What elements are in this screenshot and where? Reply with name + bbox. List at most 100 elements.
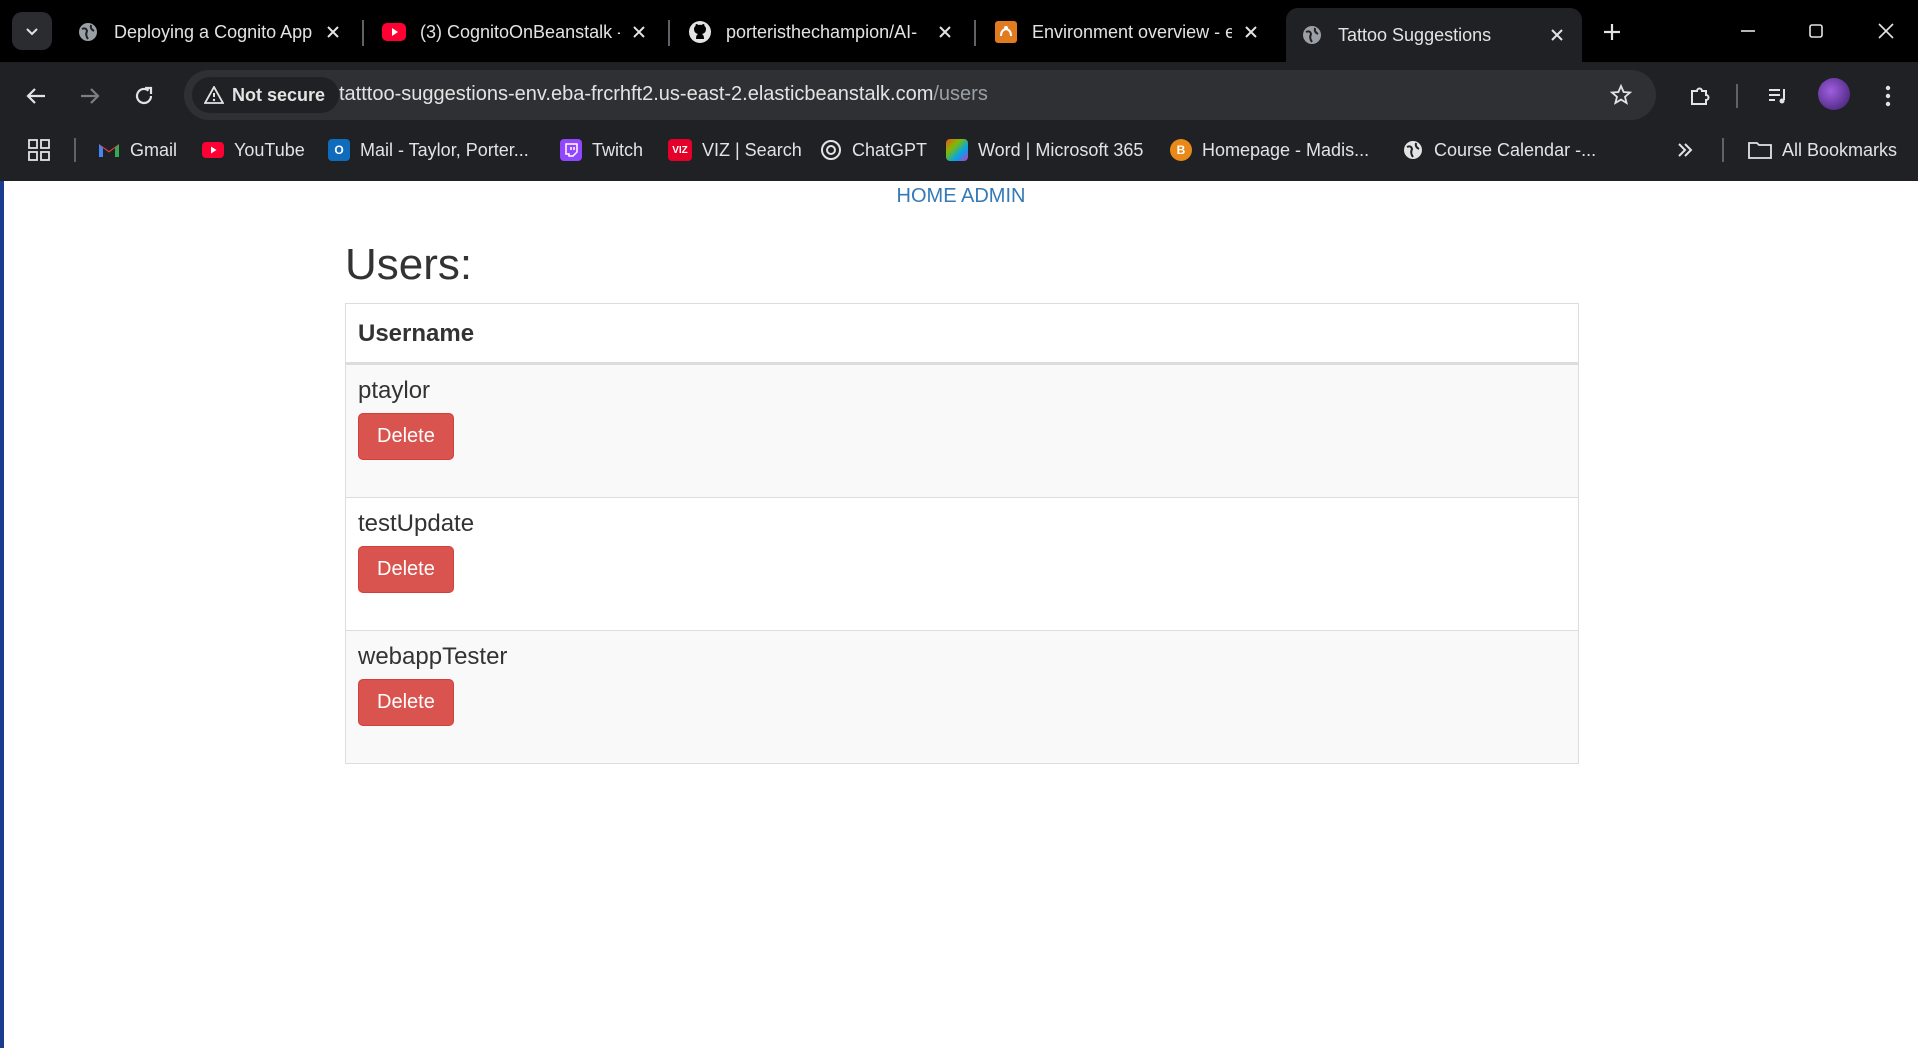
bookmark-label: Twitch [592,139,644,160]
tab-github-repo[interactable]: porteristhechampion/AI- [674,12,966,52]
username: ptaylor [358,377,431,404]
bookmarks-separator [74,138,76,162]
bookmark-label: Gmail [130,139,178,160]
profile-avatar[interactable] [1818,78,1850,110]
table-row: ptaylor Delete [345,363,1579,498]
minimize-icon [1741,30,1755,32]
bookmark-word-microsoft365[interactable]: Word | Microsoft 365 [946,134,1143,166]
puzzle-icon [1691,87,1710,105]
address-bar[interactable]: Not secure tatttoo-suggestions-env.eba-f… [184,70,1656,120]
tab-tattoo-suggestions[interactable]: Tattoo Suggestions [1286,8,1582,62]
reload-button[interactable] [124,76,164,116]
bookmark-label: Course Calendar -... [1434,139,1597,160]
tab-title: (3) CognitoOnBeanstalk - [420,21,620,42]
folder-icon [1748,142,1772,159]
bookmark-homepage[interactable]: B Homepage - Madis... [1170,134,1369,166]
bookmark-outlook-mail[interactable]: O Mail - Taylor, Porter... [328,134,529,166]
maximize-icon [1809,24,1823,38]
top-nav: HOME ADMIN [4,185,1918,208]
users-container: Users: Username ptaylor Delete testUpdat… [345,239,1579,764]
twitch-icon [560,139,582,161]
column-header-username: Username [345,303,1579,365]
bookmark-youtube[interactable]: YouTube [202,134,305,166]
table-row: testUpdate Delete [345,497,1579,631]
browser-chrome: Deploying a Cognito App (3) CognitoOnBea… [0,0,1918,181]
media-controls-button[interactable] [1758,76,1798,116]
bookmark-label: Homepage - Madis... [1202,139,1370,160]
browser-toolbar: Not secure tatttoo-suggestions-env.eba-f… [0,62,1918,126]
globe-icon [1402,139,1424,161]
reload-icon [135,86,153,105]
github-icon [688,20,712,44]
table-cell: webappTester Delete [345,630,1579,764]
delete-user-button[interactable]: Delete [358,413,454,460]
youtube-icon [382,20,406,44]
users-table: Username ptaylor Delete testUpdate Delet… [345,303,1579,764]
close-icon[interactable] [930,17,960,47]
warning-icon [204,86,224,104]
tab-search-button[interactable] [12,12,52,50]
close-icon[interactable] [318,17,348,47]
tab-title: Tattoo Suggestions [1338,24,1492,45]
close-icon[interactable] [1236,17,1266,47]
bookmark-gmail[interactable]: Gmail [98,134,177,166]
maximize-button[interactable] [1788,10,1844,52]
arrow-right-icon [81,88,100,104]
delete-user-button[interactable]: Delete [358,546,454,593]
window-close-button[interactable] [1858,10,1914,52]
all-bookmarks-label: All Bookmarks [1782,139,1898,160]
bookmark-twitch[interactable]: Twitch [560,134,643,166]
bookmarks-overflow-button[interactable] [1676,134,1694,166]
aws-beanstalk-icon [994,20,1018,44]
bookmark-label: VIZ | Search [702,139,802,160]
bookmark-course-calendar[interactable]: Course Calendar -... [1402,134,1596,166]
more-vertical-icon [1885,85,1891,107]
minimize-button[interactable] [1720,10,1776,52]
globe-icon [76,20,100,44]
close-icon[interactable] [1542,20,1572,50]
chatgpt-icon [820,139,842,161]
back-button[interactable] [16,76,56,116]
nav-home-link[interactable]: HOME [897,185,957,207]
homepage-icon: B [1170,139,1192,161]
bookmarks-separator [1722,138,1724,162]
outlook-icon: O [328,139,350,161]
bookmark-viz[interactable]: VIZ VIZ | Search [668,134,802,166]
table-header-row: Username [345,303,1579,365]
close-icon[interactable] [624,17,654,47]
url-host: tatttoo-suggestions-env.eba-frcrhft2.us-… [339,83,934,105]
apps-button[interactable] [28,134,50,166]
new-tab-button[interactable] [1592,14,1632,50]
username: webappTester [358,643,508,670]
menu-button[interactable] [1868,76,1908,116]
all-bookmarks-button[interactable]: All Bookmarks [1748,134,1897,166]
tab-separator [668,20,670,46]
forward-button[interactable] [70,76,110,116]
bookmarks-bar: Gmail YouTube O Mail - Taylor, Porter...… [0,130,1918,170]
plus-icon [1604,24,1620,40]
table-row: webappTester Delete [345,630,1579,764]
bookmark-chatgpt[interactable]: ChatGPT [820,134,927,166]
playlist-icon [1769,89,1785,104]
youtube-icon [202,139,224,161]
url-path: /users [933,83,988,105]
table-cell: testUpdate Delete [345,497,1579,631]
url-text[interactable]: tatttoo-suggestions-env.eba-frcrhft2.us-… [339,83,988,106]
bookmark-star-button[interactable] [1606,80,1636,110]
globe-icon [1300,23,1324,47]
chevron-down-icon [26,28,38,36]
tab-cognito-on-beanstalk[interactable]: (3) CognitoOnBeanstalk - [368,12,660,52]
double-chevron-right-icon [1678,143,1693,157]
tab-deploying-cognito[interactable]: Deploying a Cognito App [62,12,354,52]
security-indicator[interactable]: Not secure [192,77,340,113]
nav-admin-link[interactable]: ADMIN [961,185,1025,207]
viz-icon: VIZ [668,139,692,161]
tab-environment-overview[interactable]: Environment overview - e [980,12,1272,52]
bookmark-label: Mail - Taylor, Porter... [360,139,529,160]
username: testUpdate [358,510,475,537]
delete-user-button[interactable]: Delete [358,679,454,726]
extensions-button[interactable] [1680,76,1720,116]
gmail-icon [98,139,120,161]
microsoft365-icon [946,139,968,161]
tab-title: Environment overview - e [1032,21,1232,42]
